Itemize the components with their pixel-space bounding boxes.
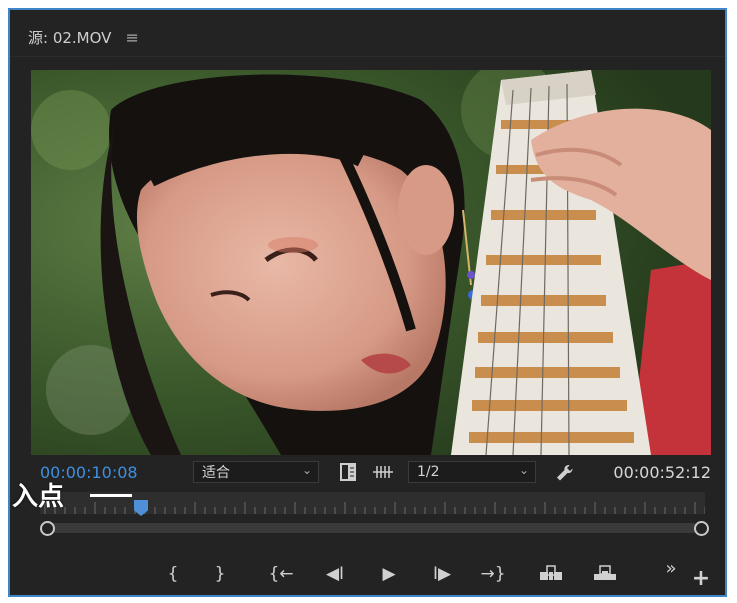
resolution-dropdown-value: 1/2 xyxy=(417,464,440,480)
chevron-down-icon: ⌄ xyxy=(301,463,312,477)
zoom-scrollbar[interactable] xyxy=(40,518,709,538)
video-frame-image xyxy=(31,70,711,455)
source-monitor-panel: 源: 02.MOV ≡ 00:00:10:08 适合 ⌄ 1/2 ⌄ 00:00… xyxy=(8,8,727,597)
video-preview[interactable] xyxy=(31,70,711,455)
insert-icon[interactable] xyxy=(538,564,564,587)
in-point-pointer-line xyxy=(90,494,132,497)
mark-in-button[interactable]: { xyxy=(160,564,186,584)
wrench-icon[interactable] xyxy=(555,463,575,487)
scrollbar-left-handle[interactable] xyxy=(40,521,55,536)
zoom-dropdown[interactable]: 适合 ⌄ xyxy=(193,461,319,483)
resolution-dropdown[interactable]: 1/2 ⌄ xyxy=(408,461,536,483)
panel-title[interactable]: 源: 02.MOV xyxy=(28,27,111,48)
step-back-button[interactable]: ◀I xyxy=(322,564,348,584)
title-divider xyxy=(10,56,725,57)
in-point-annotation: 入点 xyxy=(12,482,65,512)
add-button[interactable]: + xyxy=(688,566,714,591)
go-to-in-button[interactable]: {← xyxy=(268,564,294,584)
drop-frame-icon[interactable] xyxy=(372,463,394,485)
duration-timecode: 00:00:52:12 xyxy=(613,463,711,482)
scrollbar-right-handle[interactable] xyxy=(694,521,709,536)
step-forward-button[interactable]: I▶ xyxy=(429,564,455,584)
safe-margins-icon[interactable] xyxy=(340,463,356,485)
viewer-controls-row: 00:00:10:08 适合 ⌄ 1/2 ⌄ 00:00:52:12 xyxy=(10,458,725,488)
chevron-down-icon: ⌄ xyxy=(518,463,529,477)
panel-menu-icon[interactable]: ≡ xyxy=(125,28,138,47)
transport-controls: { } {← ◀I ▶ I▶ →} » + xyxy=(10,558,725,594)
timeline-ruler[interactable] xyxy=(40,492,709,538)
zoom-dropdown-value: 适合 xyxy=(202,465,230,481)
zoom-scrollbar-track[interactable] xyxy=(46,523,698,533)
panel-title-bar: 源: 02.MOV ≡ xyxy=(28,24,139,50)
more-controls-button[interactable]: » xyxy=(658,558,684,579)
mark-out-button[interactable]: } xyxy=(207,564,233,584)
go-to-out-button[interactable]: →} xyxy=(480,564,506,584)
play-button[interactable]: ▶ xyxy=(376,564,402,584)
overwrite-icon[interactable] xyxy=(592,564,618,587)
